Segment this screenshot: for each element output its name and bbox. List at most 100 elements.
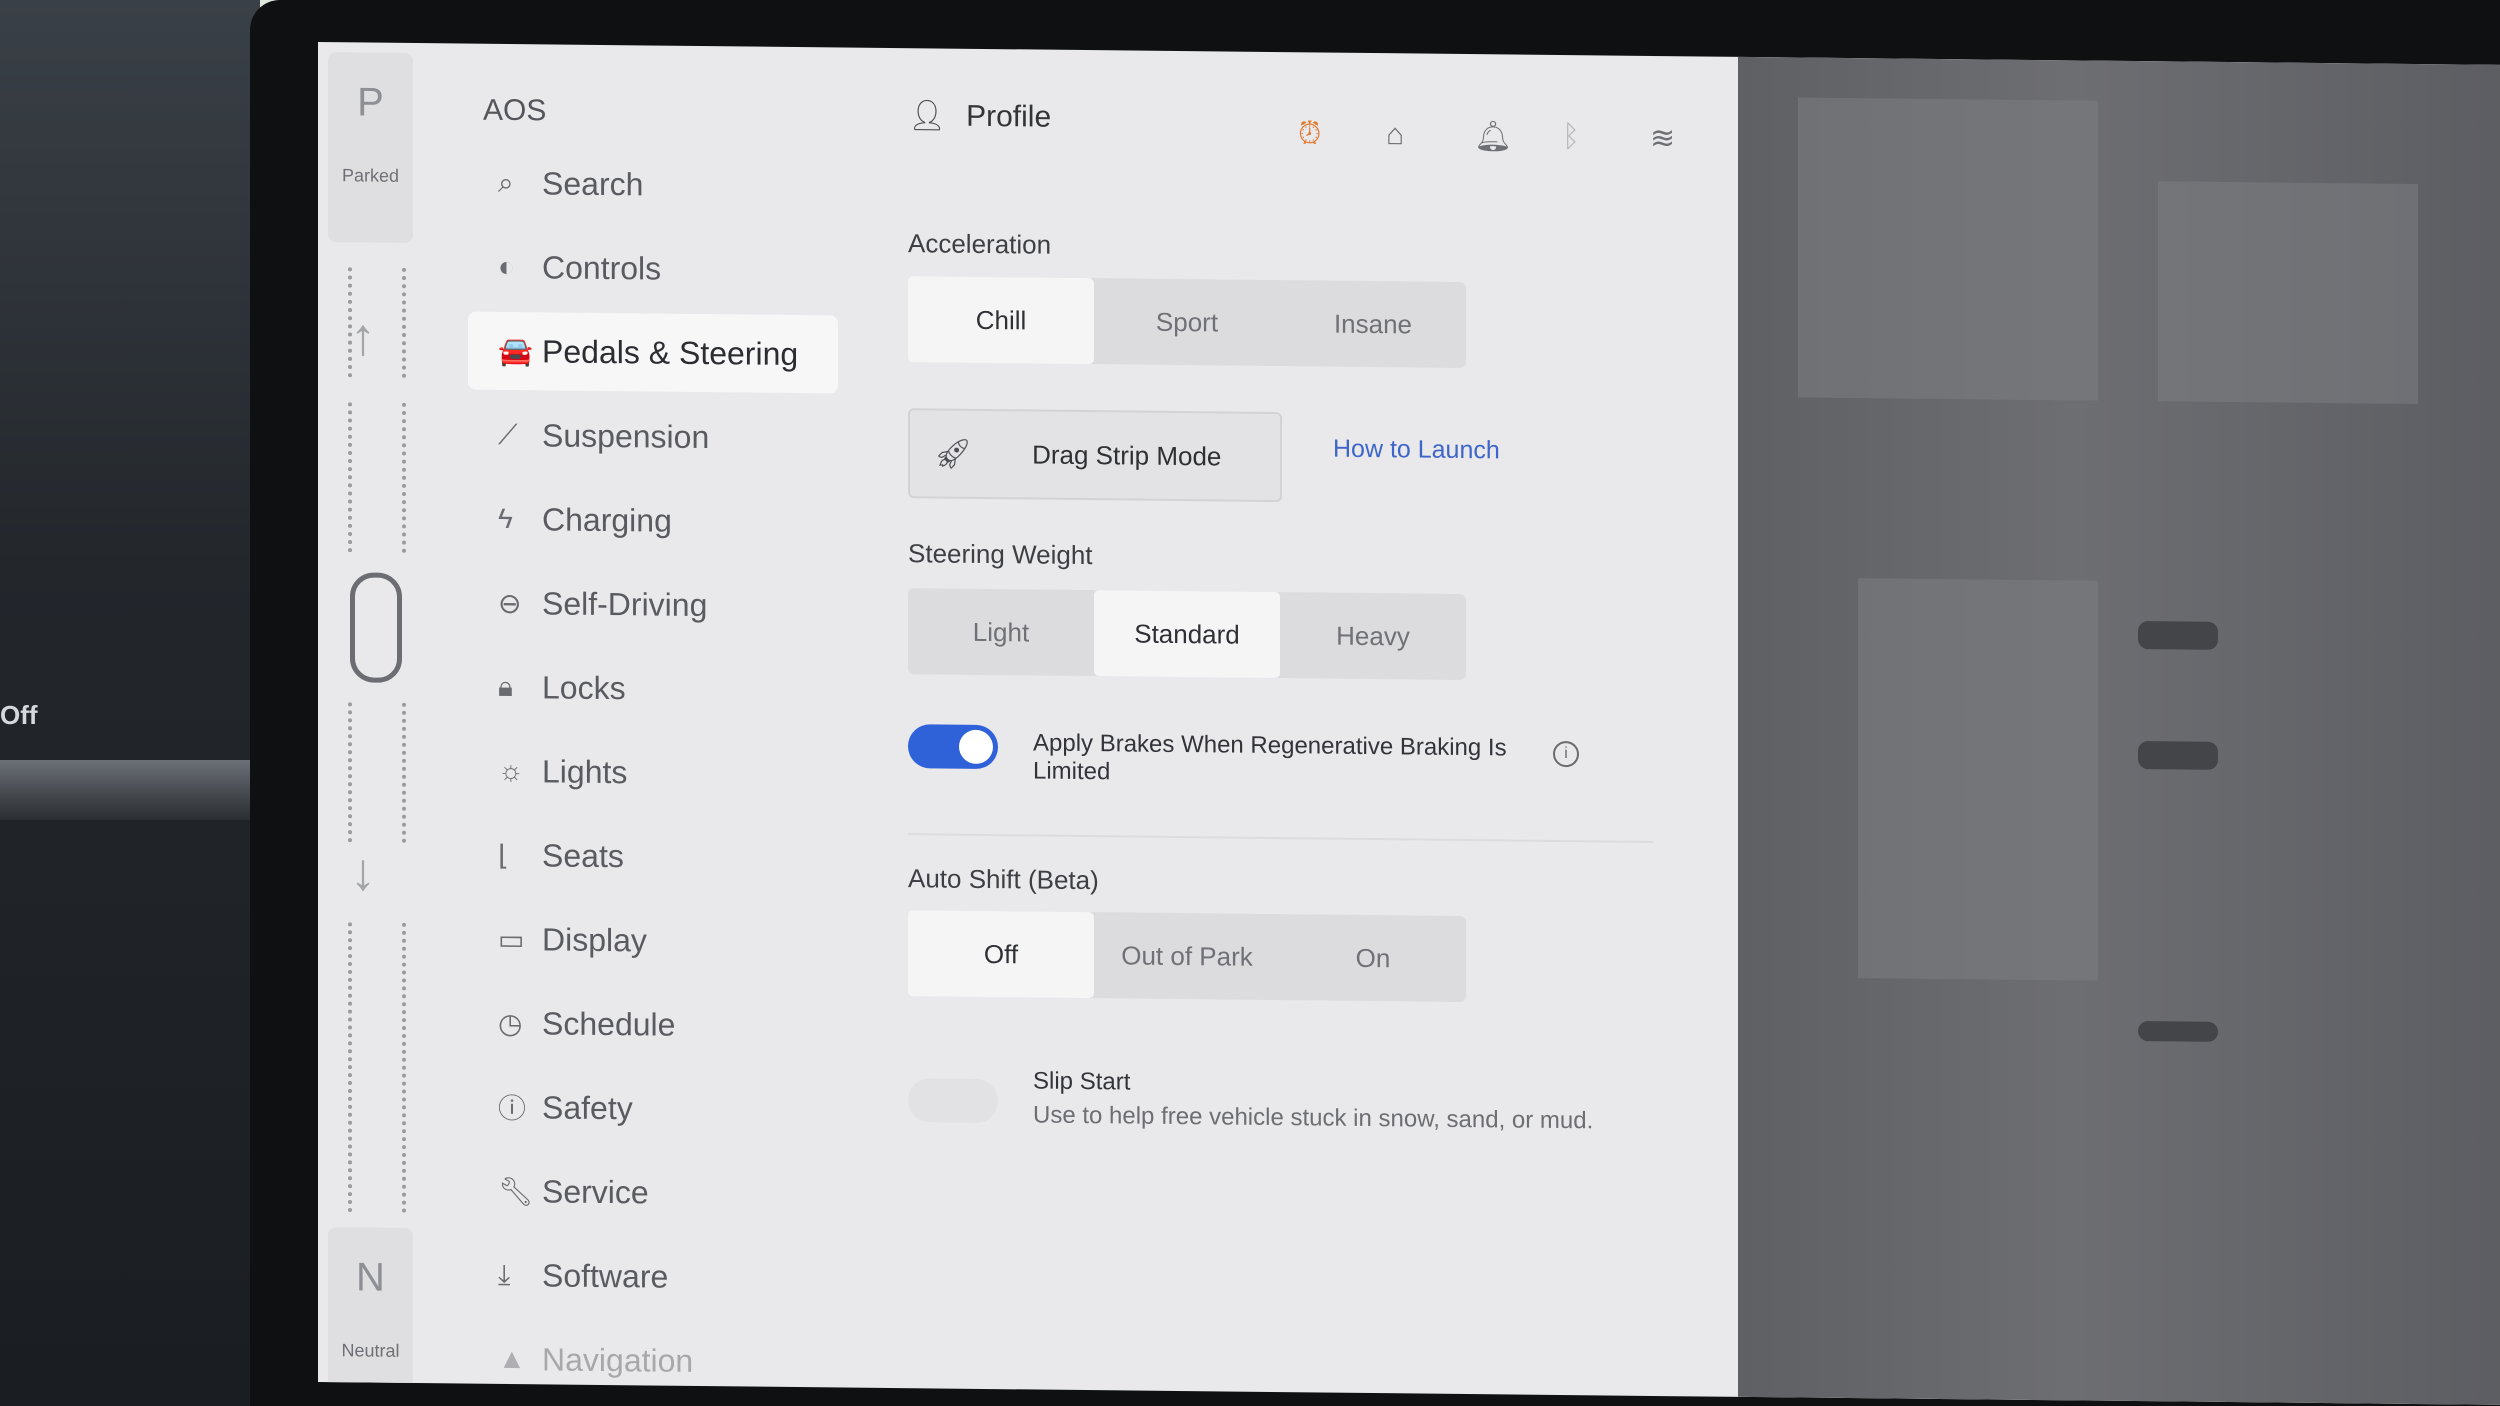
slip-start-description: Use to help free vehicle stuck in snow, … [1033,1101,1594,1135]
sidebar-item-seats[interactable]: ⌊ Seats [468,816,838,898]
acceleration-selector: Chill Sport Insane [908,276,1466,369]
auto-shift-option[interactable]: Off [908,910,1094,999]
sidebar-item-search[interactable]: ⌕ Search [468,144,838,226]
garage-icon[interactable]: ⌂ [1386,118,1404,152]
sidebar-item-service[interactable]: 🔧︎ Service [468,1152,838,1234]
steering-weight-option[interactable]: Standard [1094,590,1280,679]
bluetooth-icon[interactable]: ᛒ [1562,120,1580,154]
sidebar-item-self-driving[interactable]: ⊖ Self-Driving [468,564,838,646]
alarm-icon[interactable]: ⏰︎ [1298,117,1321,151]
car-icon: 🚘 [498,335,533,367]
slip-start-toggle[interactable] [908,1078,998,1124]
auto-shift-option[interactable]: On [1280,914,1466,1002]
auto-shift-label: Auto Shift (Beta) [908,863,1099,896]
display-icon: ▭ [498,923,525,955]
sidebar-item-label: Schedule [542,1004,676,1043]
gear-letter: P [357,80,384,125]
sidebar-item-label: Navigation [542,1340,694,1379]
profile-label: Profile [966,99,1052,134]
map-marker [2138,621,2218,650]
slip-start-label: Slip Start [1033,1067,1131,1096]
sidebar-item-suspension[interactable]: ⟋ Suspension [468,396,838,478]
navigation-icon: ▲ [498,1342,526,1375]
sidebar-item-software[interactable]: ⤓ Software [468,1236,838,1318]
sidebar-item-label: Service [542,1172,649,1210]
gear-track [348,402,406,553]
clock-icon: ◷ [498,1007,523,1039]
toggle-knob [959,729,993,765]
auto-shift-option[interactable]: Out of Park [1094,912,1280,1000]
sidebar-item-label: Search [542,164,644,202]
status-bar: 👤︎ Profile ⏰︎ ⌂ 🔔︎ ᛒ ≋ [908,88,1688,156]
cluster-off-label: Off [0,700,38,730]
apply-brakes-toggle[interactable] [908,724,998,770]
rocket-icon: 🚀︎ [934,436,973,471]
sidebar-item-label: Pedals & Steering [542,332,799,372]
sidebar-item-label: Controls [542,248,662,287]
dash-trim [0,760,260,820]
sidebar-item-label: Lights [542,752,628,790]
arrow-up-icon: ↑ [350,308,376,367]
auto-shift-selector: Off Out of Park On [908,910,1466,1003]
lock-icon: 🔒︎ [498,670,513,702]
sidebar-item-locks[interactable]: 🔒︎ Locks [468,648,838,730]
map-panel[interactable] [1738,56,2500,1406]
settings-content: 👤︎ Profile ⏰︎ ⌂ 🔔︎ ᛒ ≋ Acceleration Chil… [908,48,1688,1396]
sidebar-item-label: Seats [542,836,624,874]
gear-park[interactable]: P Parked [328,52,413,243]
map-block [2158,181,2418,404]
settings-nav: ⌕ Search ◐ Controls 🚘 Pedals & Steering ⟋ Suspe… [468,144,838,1406]
steering-weight-option[interactable]: Light [908,588,1094,676]
drag-strip-label: Drag Strip Mode [1032,438,1222,471]
bell-icon[interactable]: 🔔︎ [1474,119,1512,154]
map-marker [2138,1021,2218,1042]
sidebar-item-display[interactable]: ▭ Display [468,900,838,982]
acceleration-option[interactable]: Chill [908,276,1094,365]
sidebar-item-lights[interactable]: ☼ Lights [468,732,838,814]
acceleration-option[interactable]: Insane [1280,280,1466,368]
search-icon: ⌕ [498,166,514,198]
alert-icon: ⓘ [498,1092,527,1125]
sidebar-item-label: Safety [542,1088,633,1126]
info-icon[interactable]: i [1553,740,1579,768]
acceleration-label: Acceleration [908,228,1052,260]
wrench-icon: 🔧︎ [498,1175,534,1207]
map-block [1798,97,2098,401]
how-to-launch-link[interactable]: How to Launch [1333,435,1500,466]
profile-button[interactable]: 👤︎ Profile [908,98,1051,134]
steering-weight-label: Steering Weight [908,538,1093,571]
sidebar-item-label: Suspension [542,416,710,455]
toggle-icon: ◐ [498,250,515,283]
map-marker [2138,741,2218,770]
sidebar-item-controls[interactable]: ◐ Controls [468,228,838,310]
gear-letter: N [356,1255,385,1300]
steering-weight-selector: Light Standard Heavy [908,588,1466,681]
sidebar-item-label: Charging [542,500,672,539]
steering-weight-option[interactable]: Heavy [1280,592,1466,680]
seat-icon: ⌊ [498,839,509,871]
arrow-down-icon: ↓ [350,843,376,902]
apply-brakes-label: Apply Brakes When Regenerative Braking I… [1033,729,1507,786]
acceleration-option[interactable]: Sport [1094,278,1280,366]
sidebar-item-charging[interactable]: ϟ Charging [468,480,838,562]
wrench-icon: ⟋ [498,418,518,450]
car-top-view-icon [350,572,402,683]
gear-selector[interactable]: P Parked ↑ ↓ N Neutral [328,52,413,1406]
sidebar-item-safety[interactable]: ⓘ Safety [468,1068,838,1150]
gear-track [348,702,406,843]
download-icon: ⤓ [498,1258,511,1290]
touchscreen: P Parked ↑ ↓ N Neutral AOS ⌕ Search ◐ Contr… [318,42,2500,1406]
map-block [1858,578,2098,981]
app-title: AOS [483,93,547,128]
sidebar-item-schedule[interactable]: ◷ Schedule [468,984,838,1066]
steering-wheel-icon: ⊖ [498,587,522,619]
sidebar-item-label: Software [542,1256,669,1295]
gear-neutral[interactable]: N Neutral [328,1227,413,1406]
wifi-icon[interactable]: ≋ [1650,121,1675,156]
sidebar-item-label: Self-Driving [542,584,708,623]
gear-name: Neutral [341,1340,400,1361]
sidebar-item-pedals-steering[interactable]: 🚘 Pedals & Steering [468,311,838,394]
sun-icon: ☼ [498,754,524,787]
bolt-icon: ϟ [498,502,513,535]
drag-strip-button[interactable]: 🚀︎ Drag Strip Mode [908,408,1282,503]
